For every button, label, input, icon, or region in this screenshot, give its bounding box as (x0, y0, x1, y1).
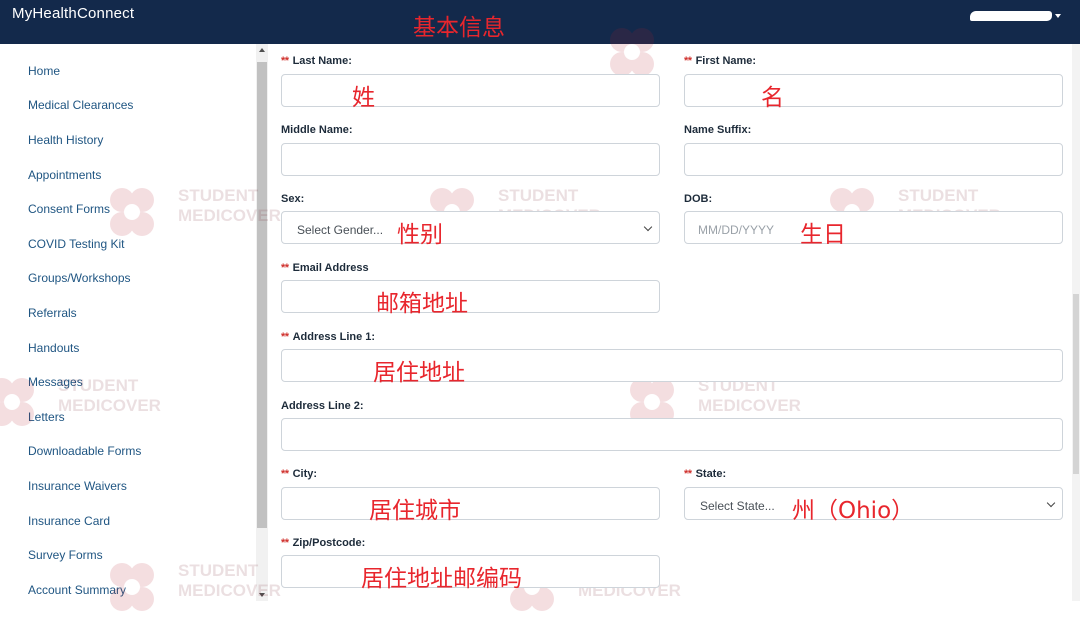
page-scrollbar-thumb[interactable] (1073, 294, 1079, 474)
sex-select-value: Select Gender... (297, 223, 384, 237)
last-name-input[interactable]: 姓 (281, 74, 660, 111)
page-title-annotation: 基本信息 (413, 15, 505, 41)
address-line-1-input[interactable]: 居住地址 (281, 349, 1063, 386)
first-name-label: ** First Name: (684, 55, 757, 67)
state-select-value: Select State... (700, 499, 775, 513)
name-suffix-input[interactable] (684, 143, 1063, 176)
middle-name-input[interactable] (281, 143, 660, 176)
address-line-1-label: ** Address Line 1: (281, 331, 376, 343)
sidebar-item-health-history[interactable]: Health History (28, 133, 103, 147)
dob-placeholder: MM/DD/YYYY (698, 223, 775, 237)
state-annotation: 州（Ohio） (792, 498, 915, 524)
sidebar-item-handouts[interactable]: Handouts (28, 341, 79, 355)
user-name-redacted (970, 11, 1052, 21)
scroll-up-arrow-icon[interactable] (259, 48, 265, 52)
user-menu[interactable] (970, 9, 1061, 23)
scrollbar-thumb[interactable] (257, 62, 267, 528)
app-brand[interactable]: MyHealthConnect (12, 5, 134, 22)
sidebar-item-insurance-card[interactable]: Insurance Card (28, 514, 110, 528)
sidebar-item-account-summary[interactable]: Account Summary (28, 583, 126, 597)
sidebar-item-consent-forms[interactable]: Consent Forms (28, 202, 110, 216)
sidebar-item-appointments[interactable]: Appointments (28, 168, 101, 182)
sidebar-item-messages[interactable]: Messages (28, 375, 83, 389)
sex-select[interactable]: Select Gender... 性别 (281, 211, 660, 248)
dob-annotation: 生日 (800, 222, 846, 248)
name-suffix-label: Name Suffix: (684, 124, 752, 136)
city-label: ** City: (281, 468, 318, 480)
chevron-down-icon (1055, 14, 1061, 18)
state-select[interactable]: Select State... 州（Ohio） (684, 487, 1063, 524)
address-line-2-input[interactable] (281, 418, 1063, 451)
last-name-label: ** Last Name: (281, 55, 352, 67)
sidebar-scrollbar[interactable] (256, 44, 268, 601)
first-name-input[interactable]: 名 (684, 74, 1063, 111)
scroll-down-arrow-icon[interactable] (259, 593, 265, 597)
dob-input[interactable]: MM/DD/YYYY 生日 (684, 211, 1063, 248)
sidebar-item-referrals[interactable]: Referrals (28, 306, 77, 320)
sidebar-item-downloadable-forms[interactable]: Downloadable Forms (28, 444, 141, 458)
first-name-annotation: 名 (761, 85, 784, 111)
page-scrollbar[interactable] (1072, 44, 1080, 601)
email-label: ** Email Address (281, 262, 369, 274)
last-name-annotation: 姓 (352, 85, 375, 111)
zip-input[interactable]: 居住地址邮编码 (281, 555, 660, 592)
sex-annotation: 性别 (397, 222, 443, 248)
sidebar-item-covid-testing-kit[interactable]: COVID Testing Kit (28, 237, 124, 251)
email-field[interactable]: 邮箱地址 (281, 280, 660, 317)
zip-label: ** Zip/Postcode: (281, 537, 366, 549)
chevron-down-icon (1046, 498, 1056, 508)
dob-label: DOB: (684, 193, 713, 205)
chevron-down-icon (643, 222, 653, 232)
sidebar-item-medical-clearances[interactable]: Medical Clearances (28, 98, 133, 112)
city-annotation: 居住城市 (369, 498, 461, 524)
middle-name-label: Middle Name: (281, 124, 353, 136)
address-line-1-annotation: 居住地址 (373, 360, 465, 386)
state-label: ** State: (684, 468, 727, 480)
sidebar-item-survey-forms[interactable]: Survey Forms (28, 548, 103, 562)
sidebar-item-groups-workshops[interactable]: Groups/Workshops (28, 271, 131, 285)
zip-annotation: 居住地址邮编码 (361, 566, 522, 592)
city-input[interactable]: 居住城市 (281, 487, 660, 524)
sidebar-item-home[interactable]: Home (28, 64, 60, 78)
profile-form: ** Last Name: 姓 ** First Name: 名 Middle Na… (268, 44, 1080, 601)
sidebar-item-letters[interactable]: Letters (28, 410, 65, 424)
sidebar-item-insurance-waivers[interactable]: Insurance Waivers (28, 479, 127, 493)
address-line-2-label: Address Line 2: (281, 400, 364, 412)
sex-label: Sex: (281, 193, 305, 205)
email-annotation: 邮箱地址 (376, 291, 468, 317)
sidebar: Home Medical Clearances Health History A… (0, 44, 256, 601)
top-navbar: MyHealthConnect 基本信息 (0, 0, 1080, 44)
